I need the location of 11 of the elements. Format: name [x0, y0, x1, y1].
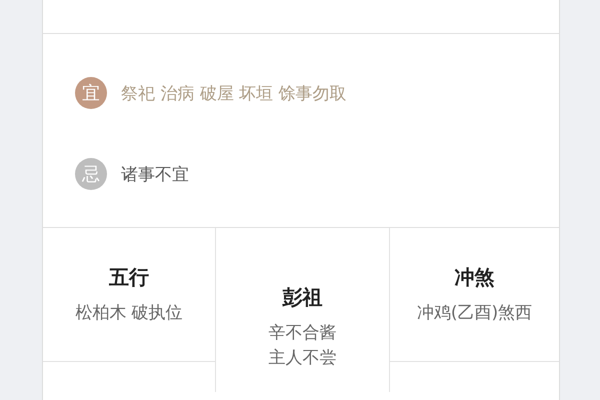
cell-text: 松柏木 破执位 — [75, 302, 183, 325]
rule-text: 诸事不宜 — [121, 164, 189, 186]
cell-text: 主人不尝 — [268, 347, 336, 370]
rule-text: 祭祀 治病 破屋 坏垣 馀事勿取 — [121, 82, 347, 104]
badge: 忌 — [75, 158, 107, 190]
badge: 宜 — [75, 77, 107, 109]
cell-text: 冲鸡(乙酉)煞西 — [416, 302, 532, 325]
cell-title: 五行 — [109, 264, 149, 291]
cell-title: 彭祖 — [282, 284, 322, 311]
cell-text: 辛不合酱 — [268, 322, 336, 345]
cell-title: 冲煞 — [454, 264, 494, 291]
